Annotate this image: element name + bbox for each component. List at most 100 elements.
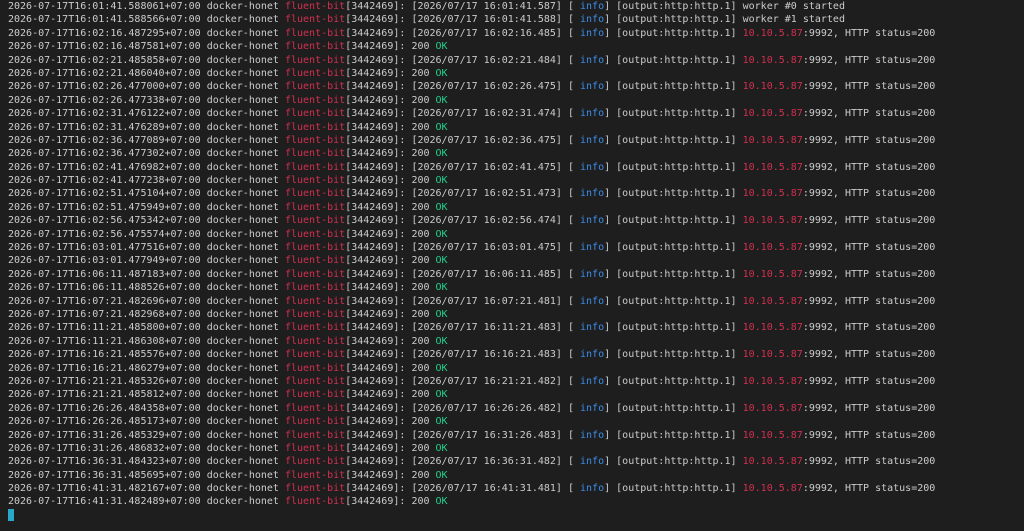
- log-timestamp: 2026-07-17T16:02:31.476289+07:00: [8, 121, 201, 133]
- log-ip: 10.10.5.87: [742, 402, 803, 414]
- log-process: fluent-bit: [284, 496, 346, 508]
- prompt-line[interactable]: [8, 508, 935, 522]
- log-host: docker-honet: [206, 67, 279, 79]
- log-process: fluent-bit: [284, 27, 346, 39]
- log-pid: [3442469]:: [345, 375, 406, 387]
- log-timestamp: 2026-07-17T16:07:21.482968+07:00: [8, 308, 201, 320]
- log-message: :9992, HTTP status=200: [802, 402, 936, 414]
- log-line: 2026-07-17T16:07:21.482696+07:00 docker-…: [8, 295, 936, 307]
- log-process: fluent-bit: [284, 67, 346, 79]
- log-line: 2026-07-17T16:03:01.477516+07:00 docker-…: [8, 242, 936, 254]
- log-pid: [3442469]:: [345, 1, 406, 12]
- log-pid: [3442469]:: [345, 308, 406, 320]
- log-pid: [3442469]:: [345, 469, 406, 481]
- log-line: 2026-07-17T16:31:26.486832+07:00 docker-…: [8, 442, 935, 455]
- log-message: :9992, HTTP status=200: [802, 429, 936, 441]
- log-status-ok: OK: [435, 282, 448, 294]
- log-process: fluent-bit: [284, 255, 346, 267]
- log-level: info: [580, 402, 605, 414]
- log-line: 2026-07-17T16:31:26.485329+07:00 docker-…: [8, 429, 936, 441]
- log-timestamp: 2026-07-17T16:06:11.487183+07:00: [8, 268, 201, 280]
- log-status-ok: OK: [435, 148, 448, 160]
- log-process: fluent-bit: [284, 81, 346, 93]
- log-pid: [3442469]:: [345, 134, 406, 146]
- log-line: 2026-07-17T16:36:31.484323+07:00 docker-…: [8, 456, 936, 468]
- log-date: [2026/07/17 16:02:36.475]: [411, 134, 562, 146]
- log-level: info: [580, 483, 605, 495]
- log-ip: 10.10.5.87: [742, 54, 803, 66]
- log-date: [2026/07/17 16:06:11.485]: [411, 268, 562, 280]
- log-host: docker-honet: [206, 41, 279, 53]
- log-status-code: 200: [411, 255, 430, 267]
- log-line: 2026-07-17T16:02:26.477000+07:00 docker-…: [8, 81, 936, 93]
- log-ip: 10.10.5.87: [742, 268, 803, 280]
- log-line: 2026-07-17T16:06:11.487183+07:00 docker-…: [8, 268, 936, 280]
- log-timestamp: 2026-07-17T16:02:36.477089+07:00: [8, 134, 201, 146]
- log-pid: [3442469]:: [345, 94, 406, 106]
- log-status-code: 200: [411, 94, 430, 106]
- log-process: fluent-bit: [284, 1, 346, 12]
- log-host: docker-honet: [206, 469, 279, 481]
- log-status-ok: OK: [435, 67, 448, 79]
- log-pid: [3442469]:: [345, 215, 406, 227]
- log-pid: [3442469]:: [345, 268, 406, 280]
- log-source: [output:http:http.1]: [616, 456, 737, 468]
- log-host: docker-honet: [206, 201, 279, 213]
- log-timestamp: 2026-07-17T16:11:21.485800+07:00: [8, 322, 201, 334]
- log-ip: 10.10.5.87: [742, 429, 803, 441]
- log-level: info: [580, 27, 605, 39]
- log-status-ok: OK: [435, 228, 448, 240]
- log-line: 2026-07-17T16:41:31.482489+07:00 docker-…: [8, 495, 935, 508]
- log-pid: [3442469]:: [345, 255, 406, 267]
- log-timestamp: 2026-07-17T16:26:26.485173+07:00: [8, 416, 201, 428]
- log-status-ok: OK: [435, 442, 448, 454]
- log-level: info: [580, 242, 605, 254]
- log-source: [output:http:http.1]: [616, 81, 737, 93]
- log-date: [2026/07/17 16:02:21.484]: [411, 54, 562, 66]
- log-level: info: [580, 161, 605, 173]
- log-source: [output:http:http.1]: [616, 27, 737, 39]
- log-date: [2026/07/17 16:02:56.474]: [411, 215, 562, 227]
- log-date: [2026/07/17 16:02:31.474]: [411, 108, 562, 120]
- log-timestamp: 2026-07-17T16:02:56.475574+07:00: [8, 228, 201, 240]
- log-source: [output:http:http.1]: [616, 54, 737, 66]
- log-timestamp: 2026-07-17T16:02:21.485858+07:00: [8, 54, 201, 66]
- log-pid: [3442469]:: [345, 429, 406, 441]
- log-host: docker-honet: [206, 282, 279, 294]
- log-status-code: 200: [411, 389, 430, 401]
- log-pid: [3442469]:: [345, 483, 406, 495]
- log-host: docker-honet: [206, 416, 279, 428]
- log-host: docker-honet: [206, 375, 279, 387]
- log-pid: [3442469]:: [345, 242, 406, 254]
- log-message: :9992, HTTP status=200: [802, 188, 936, 200]
- log-level: info: [580, 108, 605, 120]
- log-pid: [3442469]:: [345, 322, 406, 334]
- log-process: fluent-bit: [284, 161, 346, 173]
- log-ip: 10.10.5.87: [742, 375, 803, 387]
- log-process: fluent-bit: [284, 429, 346, 441]
- log-status-ok: OK: [435, 496, 448, 508]
- terminal-window[interactable]: 2026-07-17T16:01:41.588061+07:00 docker-…: [0, 0, 1024, 531]
- log-timestamp: 2026-07-17T16:02:26.477338+07:00: [8, 94, 201, 106]
- log-message: worker #0 started: [742, 1, 845, 12]
- log-date: [2026/07/17 16:02:41.475]: [411, 161, 562, 173]
- log-message: :9992, HTTP status=200: [802, 27, 936, 39]
- log-message: :9992, HTTP status=200: [802, 54, 936, 66]
- log-source: [output:http:http.1]: [616, 188, 737, 200]
- log-level: info: [580, 349, 605, 361]
- log-pid: [3442469]:: [345, 228, 406, 240]
- log-status-ok: OK: [435, 201, 448, 213]
- log-message: :9992, HTTP status=200: [802, 81, 936, 93]
- log-level: info: [580, 215, 605, 227]
- log-level: info: [580, 322, 605, 334]
- log-host: docker-honet: [206, 108, 279, 120]
- log-ip: 10.10.5.87: [742, 27, 803, 39]
- log-host: docker-honet: [206, 362, 279, 374]
- log-level: info: [580, 134, 605, 146]
- log-timestamp: 2026-07-17T16:07:21.482696+07:00: [8, 295, 201, 307]
- log-message: :9992, HTTP status=200: [802, 134, 936, 146]
- log-host: docker-honet: [206, 322, 279, 334]
- log-date: [2026/07/17 16:01:41.587]: [411, 1, 562, 12]
- log-process: fluent-bit: [284, 456, 346, 468]
- log-timestamp: 2026-07-17T16:31:26.486832+07:00: [8, 442, 201, 454]
